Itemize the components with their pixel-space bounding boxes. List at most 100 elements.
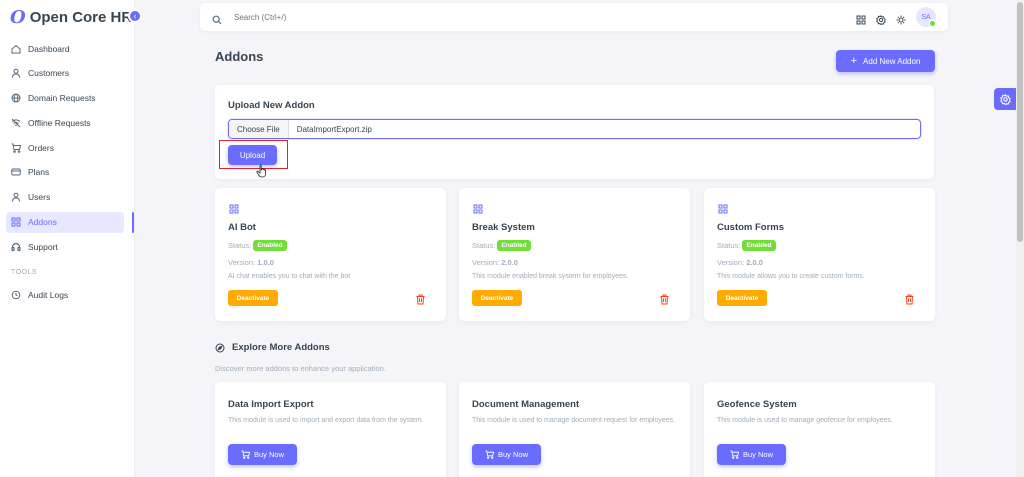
addon-description: This module is used to manage geofence f…: [717, 417, 893, 424]
cart-icon: [241, 450, 250, 459]
buy-now-label: Buy Now: [497, 450, 528, 459]
version-label: Version:: [228, 258, 256, 267]
status-label: Status:: [472, 241, 496, 250]
sidebar-section-tools: TOOLS: [11, 269, 38, 277]
grid-icon: [229, 201, 239, 214]
sidebar-item-support[interactable]: Support: [6, 236, 124, 257]
buy-now-button[interactable]: Buy Now: [228, 444, 297, 465]
sidebar-tools-nav: Audit Logs: [0, 284, 134, 305]
sidebar-item-addons[interactable]: Addons: [6, 211, 134, 233]
file-input[interactable]: Choose File DataImportExport.zip: [228, 119, 921, 139]
buy-card-data-import-export: Data Import Export This module is used t…: [215, 382, 446, 477]
sidebar-item-label: Addons: [28, 217, 57, 228]
sidebar-nav: Dashboard Customers Domain Requests Offl…: [0, 38, 134, 257]
headset-icon: [11, 242, 21, 252]
sidebar-item-label: Orders: [28, 142, 54, 153]
sidebar-item-plans[interactable]: Plans: [6, 162, 124, 183]
home-icon: [11, 44, 21, 54]
addon-status: Status: Enabled: [717, 240, 776, 251]
settings-gear-icon[interactable]: [876, 12, 886, 26]
status-badge: Enabled: [253, 240, 287, 251]
addon-name: Data Import Export: [228, 399, 314, 410]
sidebar-item-label: Customers: [28, 68, 70, 79]
deactivate-button[interactable]: Deactivate: [228, 290, 278, 306]
status-label: Status:: [717, 241, 741, 250]
collapse-sidebar-icon[interactable]: ‹: [128, 9, 142, 23]
trash-icon[interactable]: [905, 292, 914, 305]
explore-title-text: Explore More Addons: [232, 342, 330, 353]
add-new-addon-button[interactable]: + Add New Addon: [836, 50, 935, 72]
add-new-addon-label: Add New Addon: [863, 56, 921, 66]
addon-name: AI Bot: [228, 222, 256, 233]
upload-addon-card: Upload New Addon Choose File DataImportE…: [215, 85, 934, 179]
topbar: SA: [200, 3, 948, 31]
upload-card-title: Upload New Addon: [228, 100, 315, 111]
theme-sun-icon[interactable]: [896, 12, 906, 25]
buy-card-geofence-system: Geofence System This module is used to m…: [704, 382, 935, 477]
sidebar: O Open Core HR ‹ Dashboard Customers Dom…: [0, 0, 142, 477]
version-value: 2.0.0: [501, 258, 518, 267]
cart-icon: [730, 450, 739, 459]
globe-icon: [11, 93, 21, 103]
addon-version: Version: 1.0.0: [228, 258, 274, 267]
sidebar-item-domain-requests[interactable]: Domain Requests: [6, 88, 124, 109]
choose-file-button[interactable]: Choose File: [229, 120, 289, 138]
sidebar-item-audit-logs[interactable]: Audit Logs: [6, 284, 124, 305]
search-icon[interactable]: [212, 12, 222, 25]
grid-icon: [718, 201, 728, 214]
compass-icon: [215, 343, 225, 353]
sidebar-item-offline-requests[interactable]: Offline Requests: [6, 112, 124, 133]
sidebar-item-label: Offline Requests: [28, 117, 91, 128]
addon-name: Break System: [472, 222, 535, 233]
brand[interactable]: O Open Core HR: [0, 0, 134, 34]
buy-now-label: Buy Now: [253, 450, 284, 459]
sidebar-item-dashboard[interactable]: Dashboard: [6, 38, 124, 59]
cart-icon: [11, 143, 21, 153]
scrollbar-thumb[interactable]: [1017, 2, 1023, 242]
user-icon: [11, 192, 21, 202]
version-label: Version:: [717, 258, 745, 267]
status-label: Status:: [228, 241, 252, 250]
sidebar-item-orders[interactable]: Orders: [6, 137, 124, 158]
search-input[interactable]: [234, 12, 434, 22]
buy-now-button[interactable]: Buy Now: [472, 444, 541, 465]
addon-description: This module is used to import and export…: [228, 417, 424, 424]
addon-version: Version: 2.0.0: [472, 258, 518, 267]
addon-status: Status: Enabled: [472, 240, 531, 251]
explore-subtitle: Discover more addons to enhance your app…: [215, 364, 386, 373]
customizer-gear-icon[interactable]: [994, 88, 1016, 110]
version-value: 2.0.0: [746, 258, 763, 267]
page-title: Addons: [215, 49, 264, 64]
cart-icon: [485, 450, 494, 459]
grid-icon: [473, 201, 483, 214]
trash-icon[interactable]: [416, 292, 425, 305]
buy-now-label: Buy Now: [742, 450, 773, 459]
shortcuts-grid-icon[interactable]: [856, 12, 866, 25]
addon-card-ai-bot: AI Bot Status: Enabled Version: 1.0.0 AI…: [215, 188, 446, 321]
trash-icon[interactable]: [660, 292, 669, 305]
brand-name: Open Core HR: [29, 8, 133, 26]
sidebar-item-users[interactable]: Users: [6, 187, 124, 208]
avatar[interactable]: SA: [916, 7, 936, 27]
sidebar-item-label: Domain Requests: [28, 93, 96, 104]
addon-description: AI chat enables you to chat with the bot: [228, 273, 351, 280]
addon-name: Document Management: [472, 399, 580, 410]
deactivate-button[interactable]: Deactivate: [472, 290, 522, 306]
buy-card-document-management: Document Management This module is used …: [459, 382, 690, 477]
addon-name: Geofence System: [717, 399, 797, 410]
sidebar-item-label: Users: [28, 192, 51, 203]
buy-now-button[interactable]: Buy Now: [717, 444, 786, 465]
topbar-actions: SA: [856, 7, 936, 27]
version-value: 1.0.0: [257, 258, 274, 267]
wifi-off-icon: [11, 118, 21, 128]
sidebar-item-label: Support: [28, 241, 58, 252]
brand-logo: O: [10, 6, 26, 28]
page-scrollbar[interactable]: [1016, 0, 1024, 477]
addon-description: This module enabled break system for emp…: [472, 273, 629, 280]
sidebar-item-customers[interactable]: Customers: [6, 63, 124, 84]
addon-status: Status: Enabled: [228, 240, 287, 251]
deactivate-button[interactable]: Deactivate: [717, 290, 767, 306]
credit-card-icon: [11, 167, 21, 177]
addon-name: Custom Forms: [717, 222, 785, 233]
user-icon: [11, 68, 21, 78]
